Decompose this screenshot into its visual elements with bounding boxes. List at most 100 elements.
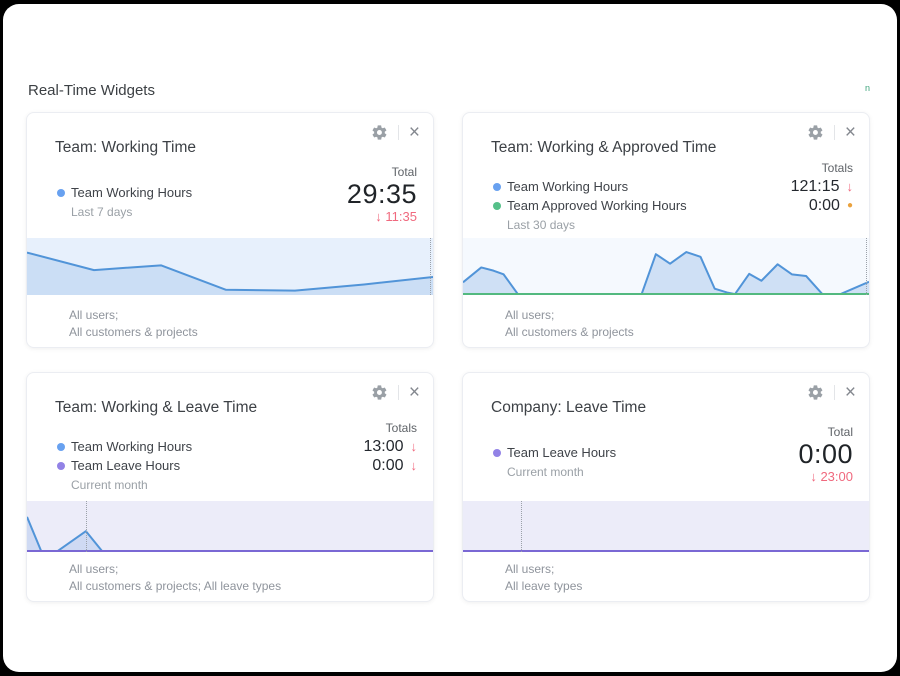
chart-svg [463,501,869,552]
widget-filters: All users; All customers & projects [69,307,417,341]
legend-item: Team Leave Hours [493,443,616,462]
filter-line: All customers & projects; All leave type… [69,578,417,595]
legend-item: Team Working Hours [57,439,192,454]
legend-label: Team Working Hours [71,185,192,200]
status-dot-icon: ● [847,201,853,211]
legend-dot-icon [493,183,501,191]
arrow-down-icon: ↓ [411,459,418,472]
close-icon[interactable]: × [409,125,420,140]
stat-row: Team Working Hours 13:00 ↓ [57,437,417,456]
legend-item: Team Leave Hours [57,458,180,473]
totals-block: Total 0:00 ↓ 23:00 [798,425,853,484]
widget-actions: × [807,384,856,401]
screenshot-root: { "page": { "heading": "Real-Time Widget… [0,0,900,676]
legend-dot-icon [493,202,501,210]
totals-label: Total [347,165,417,179]
stat-value: 121:15 [791,178,840,196]
arrow-down-icon: ↓ [411,440,418,453]
legend-label: Team Approved Working Hours [507,198,687,213]
stat-row: Team Working Hours 121:15 ↓ [493,177,853,196]
widget-actions: × [807,124,856,141]
widget-card-team-working-approved-time: × Team: Working & Approved Time Totals T… [462,112,870,348]
chart-baseline [463,550,869,552]
stat-row: Team Leave Hours 0:00 ↓ [57,456,417,475]
filter-line: All users; [69,307,417,324]
stat-value-group: 13:00 ↓ [363,438,417,456]
period-label: Last 30 days [507,218,853,232]
period-label: Current month [507,465,616,479]
legend-label: Team Leave Hours [507,445,616,460]
delta-value: 11:35 [385,209,417,224]
legend-label: Team Working Hours [71,439,192,454]
widget-actions: × [371,384,420,401]
widget-summary: Totals Team Working Hours 121:15 ↓ Team … [463,161,869,232]
filter-line: All users; [505,561,853,578]
actions-divider [398,125,399,140]
total-value: 0:00 [798,439,853,469]
stat-value: 0:00 [809,197,840,215]
sparkline-chart [27,238,433,295]
legend-label: Team Working Hours [507,179,628,194]
legend: Team Working Hours Last 7 days [57,183,192,219]
totals-label: Totals [57,421,417,435]
actions-divider [398,385,399,400]
stat-value: 0:00 [372,457,403,475]
legend-label: Team Leave Hours [71,458,180,473]
stat-value-group: 0:00 ● [809,197,853,215]
widget-title: Team: Working Time [55,139,417,157]
period-label: Current month [71,478,417,492]
gear-icon[interactable] [807,384,824,401]
close-icon[interactable]: × [845,125,856,140]
legend-dot-icon [57,189,65,197]
widget-card-team-working-time: × Team: Working Time Team Working Hours … [26,112,434,348]
close-icon[interactable]: × [409,385,420,400]
legend-dot-icon [493,449,501,457]
widget-summary: Team Leave Hours Current month Total 0:0… [463,425,869,484]
current-time-marker-line [866,238,867,295]
widget-filters: All users; All customers & projects; All… [69,561,417,595]
dashboard-window: Real-Time Widgets n × Team: Working Time… [3,4,897,672]
page-title: Real-Time Widgets [28,82,155,99]
filter-line: All users; [69,561,417,578]
stat-row: Team Approved Working Hours 0:00 ● [493,196,853,215]
widget-summary: Totals Team Working Hours 13:00 ↓ Team L… [27,421,433,492]
close-icon[interactable]: × [845,385,856,400]
period-label: Last 7 days [71,205,192,219]
totals-label: Total [798,425,853,439]
chart-svg [27,238,433,295]
total-delta: ↓ 11:35 [347,209,417,224]
legend-item: Team Working Hours [493,179,628,194]
current-time-marker-line [86,501,87,552]
gear-icon[interactable] [371,384,388,401]
legend-item: Team Approved Working Hours [493,198,687,213]
widget-summary: Team Working Hours Last 7 days Total 29:… [27,165,433,224]
stat-value: 13:00 [363,438,403,456]
widget-card-company-leave-time: × Company: Leave Time Team Leave Hours C… [462,372,870,602]
sparkline-chart [27,501,433,552]
widget-filters: All users; All customers & projects [505,307,853,341]
clipped-text-fragment: n [865,83,870,93]
arrow-down-icon: ↓ [375,209,382,224]
legend-dot-icon [57,443,65,451]
stat-value-group: 0:00 ↓ [372,457,417,475]
current-time-marker-line [521,501,522,552]
chart-baseline [27,550,433,552]
filter-line: All customers & projects [505,324,853,341]
actions-divider [834,125,835,140]
filter-line: All customers & projects [69,324,417,341]
widget-title: Company: Leave Time [491,399,853,417]
total-value: 29:35 [347,179,417,209]
arrow-down-icon: ↓ [847,180,854,193]
filter-line: All users; [505,307,853,324]
widget-filters: All users; All leave types [505,561,853,595]
widget-actions: × [371,124,420,141]
gear-icon[interactable] [807,124,824,141]
legend-dot-icon [57,462,65,470]
sparkline-chart [463,238,869,295]
widget-card-team-working-leave-time: × Team: Working & Leave Time Totals Team… [26,372,434,602]
stat-value-group: 121:15 ↓ [791,178,853,196]
current-time-marker-line [430,238,431,295]
actions-divider [834,385,835,400]
chart-svg [463,238,869,295]
gear-icon[interactable] [371,124,388,141]
